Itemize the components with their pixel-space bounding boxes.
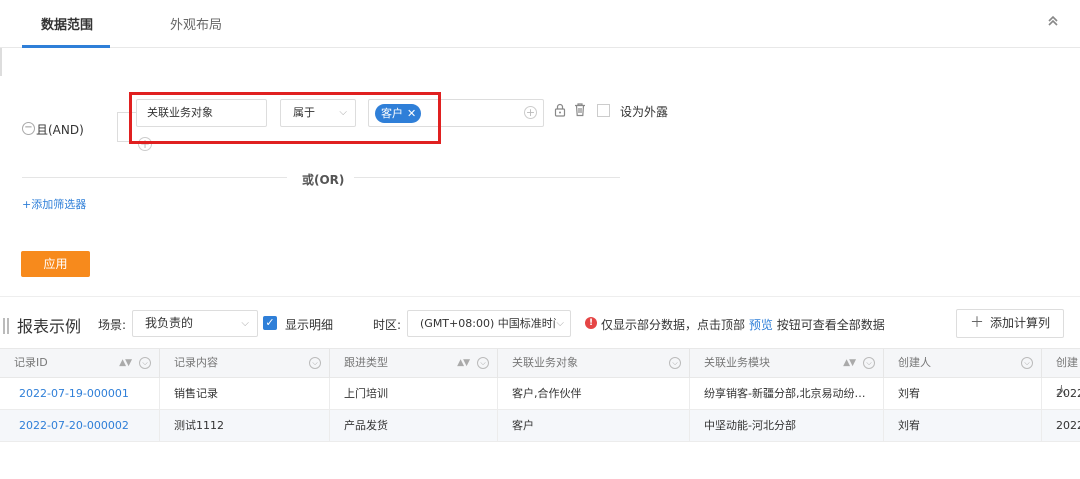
or-label: 或(OR) bbox=[302, 173, 345, 187]
add-condition-icon[interactable]: + bbox=[138, 137, 152, 151]
table-row[interactable]: 2022-07-20-000002 测试1112 产品发货 客户 中坚动能-河北… bbox=[0, 410, 1080, 442]
column-header-label: 创建人 bbox=[898, 356, 931, 369]
column-header[interactable]: 创建人 ⌵ bbox=[884, 349, 1042, 379]
or-divider-right bbox=[354, 177, 620, 178]
chevron-down-icon: ⌵ bbox=[241, 318, 249, 329]
column-menu-icon[interactable]: ⌵ bbox=[309, 357, 321, 369]
add-calc-label: 添加计算列 bbox=[989, 316, 1050, 330]
scene-label: 场景: bbox=[98, 318, 127, 332]
add-value-icon[interactable]: + bbox=[524, 106, 537, 119]
sort-icon[interactable]: ▲▼ bbox=[843, 349, 856, 377]
column-header[interactable]: 关联业务对象 ⌵ bbox=[498, 349, 690, 379]
notice-prefix: 仅显示部分数据，点击顶部 bbox=[601, 318, 746, 332]
record-id-link[interactable]: 2022-07-19-000001 bbox=[5, 378, 160, 410]
scene-value: 我负责的 bbox=[145, 316, 194, 330]
collapse-up-icon[interactable] bbox=[1044, 14, 1062, 32]
column-header[interactable]: 记录内容 ⌵ bbox=[160, 349, 330, 379]
partial-data-notice: 仅显示部分数据，点击顶部 预览 按钮可查看全部数据 bbox=[601, 316, 885, 333]
preview-link[interactable]: 预览 bbox=[749, 318, 773, 332]
table-cell: 2022 bbox=[1056, 387, 1080, 400]
table-header: 记录ID ▲▼ ⌵ 记录内容 ⌵ 跟进类型 ▲▼ ⌵ 关联业务对象 ⌵ 关联业务… bbox=[0, 348, 1080, 397]
column-header[interactable]: 跟进类型 ▲▼ ⌵ bbox=[330, 349, 498, 379]
timezone-label: 时区: bbox=[373, 318, 402, 332]
section-divider bbox=[0, 296, 1080, 297]
group-bracket bbox=[117, 112, 137, 142]
notice-suffix: 按钮可查看全部数据 bbox=[776, 318, 885, 332]
drag-handle-icon[interactable] bbox=[3, 318, 9, 334]
scene-select[interactable]: 我负责的 ⌵ bbox=[132, 310, 258, 337]
sort-icon[interactable]: ▲▼ bbox=[457, 349, 470, 377]
column-menu-icon[interactable]: ⌵ bbox=[669, 357, 681, 369]
table-cell: 纷享销客-新疆分部,北京易动纷… bbox=[690, 378, 884, 410]
table-cell: 刘宥 bbox=[884, 378, 1042, 410]
operator-select[interactable]: 属于 ⌵ bbox=[280, 99, 356, 127]
table-cell: 刘宥 bbox=[884, 410, 1042, 442]
table-row[interactable]: 2022-07-19-000001 销售记录 上门培训 客户,合作伙伴 纷享销客… bbox=[0, 378, 1080, 410]
active-tab-indicator bbox=[22, 45, 110, 48]
column-header-label: 关联业务模块 bbox=[704, 356, 770, 369]
tab-bar: 数据范围 外观布局 bbox=[0, 0, 1080, 48]
column-header-label: 记录ID bbox=[14, 356, 48, 369]
column-header-label: 关联业务对象 bbox=[512, 356, 578, 369]
tab-data-range[interactable]: 数据范围 bbox=[41, 14, 93, 33]
lock-icon[interactable] bbox=[553, 103, 567, 117]
column-header[interactable]: 创建人 bbox=[1042, 349, 1080, 397]
record-id-link[interactable]: 2022-07-20-000002 bbox=[5, 410, 160, 442]
value-multiselect[interactable]: 客户 ✕ + bbox=[368, 99, 544, 127]
value-tag-label: 客户 bbox=[381, 107, 403, 120]
column-menu-icon[interactable]: ⌵ bbox=[139, 357, 151, 369]
or-divider-left bbox=[22, 177, 287, 178]
table-cell: 客户 bbox=[498, 410, 690, 442]
value-tag: 客户 ✕ bbox=[375, 104, 422, 123]
table-cell: 上门培训 bbox=[330, 378, 498, 410]
sort-icon[interactable]: ▲▼ bbox=[119, 349, 132, 377]
remove-group-icon[interactable]: − bbox=[22, 122, 35, 135]
chevron-down-icon: ⌵ bbox=[556, 311, 564, 336]
table-cell: 中坚动能-河北分部 bbox=[690, 410, 884, 442]
left-edge-marker bbox=[0, 48, 2, 76]
field-select[interactable]: 关联业务对象 bbox=[136, 99, 267, 127]
column-menu-icon[interactable]: ⌵ bbox=[863, 357, 875, 369]
add-filter-link[interactable]: +添加筛选器 bbox=[22, 196, 86, 212]
column-header-label: 记录内容 bbox=[174, 356, 218, 369]
operator-value: 属于 bbox=[293, 106, 315, 119]
table-cell: 测试1112 bbox=[160, 410, 330, 442]
warning-icon: ! bbox=[585, 317, 597, 329]
column-header-label: 跟进类型 bbox=[344, 356, 388, 369]
expose-checkbox[interactable] bbox=[597, 104, 610, 117]
and-label: 且(AND) bbox=[36, 123, 84, 137]
table-cell: 客户,合作伙伴 bbox=[498, 378, 690, 410]
tab-appearance[interactable]: 外观布局 bbox=[170, 14, 222, 33]
trash-icon[interactable] bbox=[573, 102, 587, 117]
table-cell: 产品发货 bbox=[330, 410, 498, 442]
plus-icon: ＋ bbox=[969, 315, 984, 331]
table-cell: 2022 bbox=[1056, 419, 1080, 432]
show-detail-label: 显示明细 bbox=[285, 318, 334, 332]
apply-button[interactable]: 应用 bbox=[21, 251, 90, 277]
expose-label: 设为外露 bbox=[620, 105, 669, 119]
column-menu-icon[interactable]: ⌵ bbox=[477, 357, 489, 369]
table-cell: 销售记录 bbox=[160, 378, 330, 410]
add-calc-column-button[interactable]: ＋ 添加计算列 bbox=[956, 309, 1064, 338]
remove-tag-icon[interactable]: ✕ bbox=[407, 107, 416, 120]
column-header[interactable]: 关联业务模块 ▲▼ ⌵ bbox=[690, 349, 884, 379]
column-menu-icon[interactable]: ⌵ bbox=[1021, 357, 1033, 369]
timezone-select[interactable]: (GMT+08:00) 中国标准时间 ⌵ bbox=[407, 310, 571, 337]
show-detail-checkbox[interactable]: ✓ bbox=[263, 316, 277, 330]
timezone-value: (GMT+08:00) 中国标准时间 bbox=[420, 317, 564, 330]
column-header[interactable]: 记录ID ▲▼ ⌵ bbox=[0, 349, 160, 379]
report-title: 报表示例 bbox=[17, 317, 82, 336]
chevron-down-icon: ⌵ bbox=[339, 107, 347, 118]
